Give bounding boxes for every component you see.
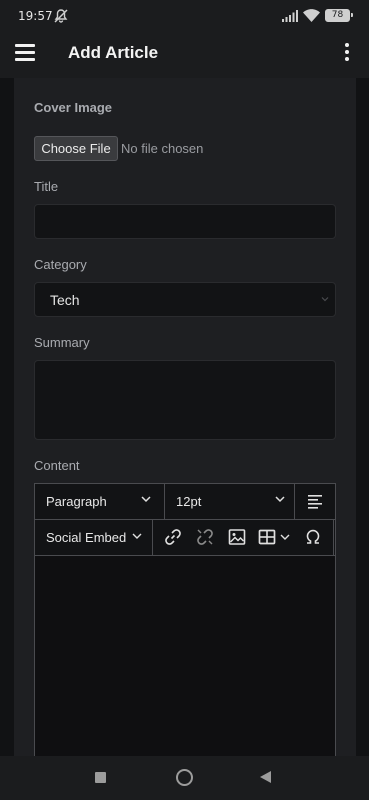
editor-toolbar-row-2: Social Embed	[35, 520, 335, 556]
image-icon[interactable]	[227, 527, 247, 547]
title-label: Title	[34, 179, 59, 194]
summary-textarea[interactable]	[34, 360, 336, 440]
table-icon	[258, 529, 276, 545]
insert-tools-group	[153, 520, 334, 555]
home-button[interactable]	[176, 769, 193, 786]
file-status: No file chosen	[121, 141, 204, 156]
editor-body[interactable]	[35, 557, 335, 756]
link-icon[interactable]	[163, 527, 183, 547]
signal-icon	[282, 10, 298, 22]
block-format-dropdown[interactable]: Paragraph	[35, 484, 165, 519]
content-area: Cover Image Choose File No file chosen T…	[0, 78, 369, 756]
battery-level: 78	[331, 10, 344, 20]
back-button[interactable]	[260, 771, 271, 783]
content-editor: Paragraph 12pt Social Embed	[34, 483, 336, 756]
cover-image-label: Cover Image	[34, 100, 113, 115]
chevron-down-icon	[321, 297, 329, 302]
content-label: Content	[34, 458, 80, 473]
font-size-dropdown[interactable]: 12pt	[165, 484, 295, 519]
font-size-value: 12pt	[176, 494, 202, 509]
summary-label: Summary	[34, 335, 90, 350]
notifications-off-icon	[54, 9, 68, 23]
category-select[interactable]: Tech	[34, 282, 336, 317]
wifi-icon	[303, 9, 320, 22]
social-embed-label: Social Embed	[46, 530, 127, 545]
chevron-down-icon	[280, 534, 290, 540]
table-dropdown[interactable]	[257, 527, 293, 547]
category-label: Category	[34, 257, 87, 272]
special-character-icon[interactable]	[303, 527, 323, 547]
system-nav-bar	[0, 756, 369, 800]
status-bar: 19:57 78	[0, 0, 369, 32]
chevron-down-icon	[275, 496, 285, 503]
recent-apps-button[interactable]	[95, 772, 106, 783]
social-embed-dropdown[interactable]: Social Embed	[35, 520, 153, 555]
page-title: Add Article	[68, 43, 159, 62]
article-form: Cover Image Choose File No file chosen T…	[14, 78, 356, 756]
status-time: 19:57	[18, 9, 53, 23]
align-button[interactable]	[295, 484, 335, 519]
chevron-down-icon	[141, 496, 151, 503]
category-value: Tech	[50, 292, 80, 308]
battery-icon: 78	[325, 9, 353, 22]
app-bar: Add Article	[0, 32, 369, 78]
chevron-down-icon	[132, 533, 142, 539]
choose-file-button[interactable]: Choose File	[34, 136, 118, 161]
title-input[interactable]	[34, 204, 336, 239]
more-options-icon[interactable]	[342, 43, 352, 63]
align-left-icon	[308, 495, 322, 509]
editor-toolbar-row-1: Paragraph 12pt	[35, 484, 335, 520]
unlink-icon[interactable]	[195, 527, 215, 547]
block-format-value: Paragraph	[46, 494, 107, 509]
menu-icon[interactable]	[15, 44, 35, 62]
